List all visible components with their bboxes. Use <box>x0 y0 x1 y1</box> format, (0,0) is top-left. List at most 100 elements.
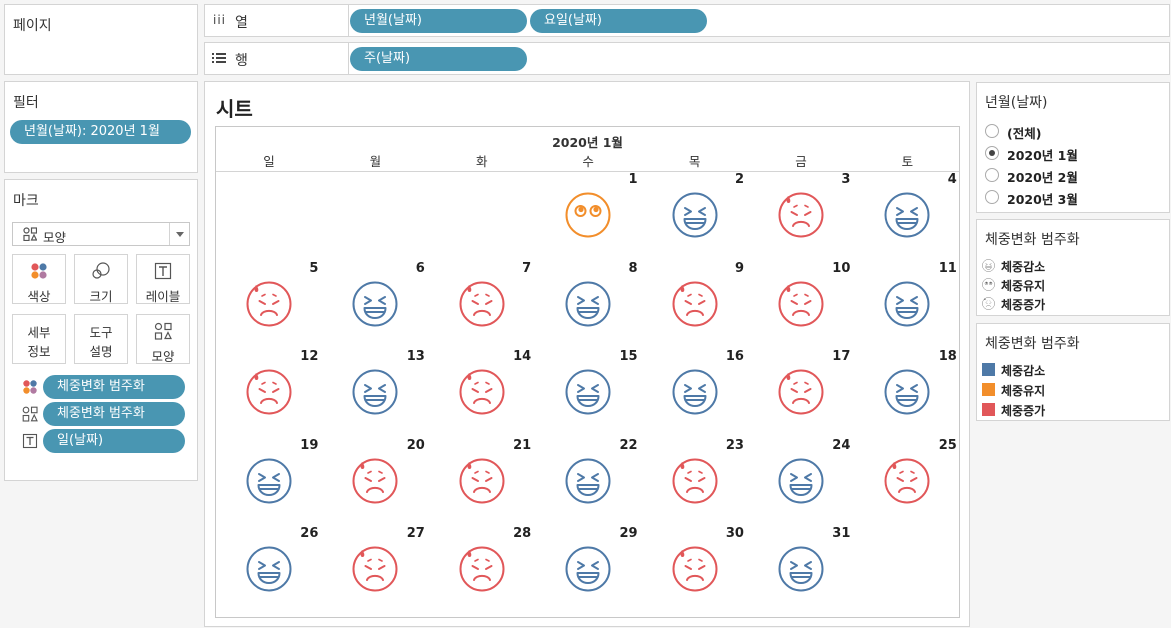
neutral-face-icon[interactable] <box>565 192 611 238</box>
size-button[interactable]: 크기 <box>74 254 128 304</box>
radio-button[interactable] <box>985 168 999 182</box>
grin-face-icon[interactable] <box>884 369 930 415</box>
sad-face-icon[interactable] <box>352 546 398 592</box>
sad-face-icon[interactable] <box>459 546 505 592</box>
day-number: 20 <box>406 437 425 453</box>
chevron-down-icon <box>176 232 184 237</box>
calendar-day-cell[interactable]: 23 <box>642 438 748 527</box>
weekday-label: 화 <box>476 154 488 169</box>
color-encoding-icon <box>22 379 38 395</box>
sad-face-icon[interactable] <box>672 546 718 592</box>
size-label: 크기 <box>89 289 113 304</box>
sad-face-icon[interactable] <box>246 369 292 415</box>
sad-face-icon[interactable] <box>778 369 824 415</box>
calendar-day-cell[interactable]: 15 <box>535 349 641 438</box>
filter-option-label: 2020년 1월 <box>1007 148 1078 163</box>
sad-face-icon <box>982 297 995 310</box>
sad-face-icon[interactable] <box>778 281 824 327</box>
sad-face-icon[interactable] <box>672 281 718 327</box>
grin-face-icon[interactable] <box>565 546 611 592</box>
marks-pill-color[interactable]: 체중변화 범주화 <box>43 375 185 399</box>
grin-face-icon[interactable] <box>565 458 611 504</box>
calendar-day-cell[interactable]: 10 <box>748 261 854 350</box>
grin-face-icon[interactable] <box>352 369 398 415</box>
pages-shelf[interactable]: 페이지 <box>4 4 198 75</box>
calendar-day-cell[interactable]: 3 <box>748 172 854 261</box>
weekday-label: 월 <box>369 154 382 169</box>
grin-face-icon[interactable] <box>565 281 611 327</box>
calendar-day-cell[interactable]: 26 <box>216 526 322 615</box>
calendar-day-cell[interactable]: 1 <box>535 172 641 261</box>
sad-face-icon[interactable] <box>672 458 718 504</box>
detail-button[interactable]: 세부 정보 <box>12 314 66 364</box>
sad-face-icon[interactable] <box>352 458 398 504</box>
rows-pill-week[interactable]: 주(날짜) <box>350 47 527 71</box>
sad-face-icon[interactable] <box>884 458 930 504</box>
calendar-day-cell[interactable]: 30 <box>642 526 748 615</box>
calendar-day-cell[interactable]: 13 <box>322 349 428 438</box>
calendar-day-cell[interactable]: 19 <box>216 438 322 527</box>
radio-button[interactable] <box>985 190 999 204</box>
calendar-day-cell[interactable]: 4 <box>854 172 960 261</box>
day-number: 31 <box>832 526 851 541</box>
calendar-day-cell[interactable]: 17 <box>748 349 854 438</box>
rows-divider <box>348 43 349 74</box>
calendar-day-cell[interactable]: 29 <box>535 526 641 615</box>
sad-face-icon[interactable] <box>459 458 505 504</box>
grin-face-icon[interactable] <box>672 192 718 238</box>
calendar-day-cell[interactable]: 11 <box>854 261 960 350</box>
label-button[interactable]: 레이블 <box>136 254 190 304</box>
calendar-day-cell[interactable]: 31 <box>748 526 854 615</box>
day-number: 2 <box>734 172 744 187</box>
rows-shelf[interactable]: 행 <box>204 42 1170 75</box>
filter-pill-yearmonth[interactable]: 년월(날짜): 2020년 1월 <box>10 120 191 144</box>
grin-face-icon[interactable] <box>778 458 824 504</box>
shape-label: 모양 <box>151 349 175 364</box>
shape-legend-title: 체중변화 범주화 <box>985 232 1080 248</box>
calendar-day-cell[interactable]: 28 <box>429 526 535 615</box>
calendar-day-cell[interactable]: 16 <box>642 349 748 438</box>
mark-type-label: 모양 <box>43 230 67 245</box>
sad-face-icon[interactable] <box>246 281 292 327</box>
calendar-day-cell[interactable]: 18 <box>854 349 960 438</box>
grin-face-icon[interactable] <box>565 369 611 415</box>
calendar-day-cell[interactable]: 6 <box>322 261 428 350</box>
mark-type-dropdown[interactable]: 모양 <box>12 222 190 246</box>
day-number: 10 <box>832 260 851 276</box>
calendar-day-cell[interactable]: 7 <box>429 261 535 350</box>
grin-face-icon[interactable] <box>884 192 930 238</box>
calendar-day-cell[interactable]: 12 <box>216 349 322 438</box>
marks-pill-shape[interactable]: 체중변화 범주화 <box>43 402 185 426</box>
grin-face-icon[interactable] <box>672 369 718 415</box>
calendar-day-cell[interactable]: 20 <box>322 438 428 527</box>
grin-face-icon[interactable] <box>884 281 930 327</box>
calendar-day-cell[interactable]: 21 <box>429 438 535 527</box>
calendar-day-cell[interactable]: 9 <box>642 261 748 350</box>
sad-face-icon[interactable] <box>459 281 505 327</box>
grin-face-icon[interactable] <box>246 546 292 592</box>
day-number: 18 <box>938 349 957 364</box>
radio-button[interactable] <box>985 124 999 138</box>
calendar-day-cell[interactable]: 8 <box>535 261 641 350</box>
sheet-title: 시트 <box>216 97 253 121</box>
sad-face-icon[interactable] <box>778 192 824 238</box>
columns-pill-weekday[interactable]: 요일(날짜) <box>530 9 707 33</box>
grin-face-icon[interactable] <box>246 458 292 504</box>
calendar-day-cell[interactable]: 14 <box>429 349 535 438</box>
grin-face-icon[interactable] <box>352 281 398 327</box>
calendar-day-cell[interactable]: 24 <box>748 438 854 527</box>
tooltip-button[interactable]: 도구 설명 <box>74 314 128 364</box>
calendar-day-cell[interactable]: 27 <box>322 526 428 615</box>
calendar-day-cell[interactable]: 5 <box>216 261 322 350</box>
sad-face-icon[interactable] <box>459 369 505 415</box>
marks-pill-day[interactable]: 일(날짜) <box>43 429 185 453</box>
calendar-day-cell[interactable]: 2 <box>642 172 748 261</box>
color-button[interactable]: 색상 <box>12 254 66 304</box>
label-label: 레이블 <box>145 289 181 304</box>
grin-face-icon[interactable] <box>778 546 824 592</box>
calendar-day-cell[interactable]: 22 <box>535 438 641 527</box>
shape-button[interactable]: 모양 <box>136 314 190 364</box>
radio-button[interactable] <box>985 146 999 160</box>
calendar-day-cell[interactable]: 25 <box>854 438 960 527</box>
columns-pill-yearmonth[interactable]: 년월(날짜) <box>350 9 527 33</box>
